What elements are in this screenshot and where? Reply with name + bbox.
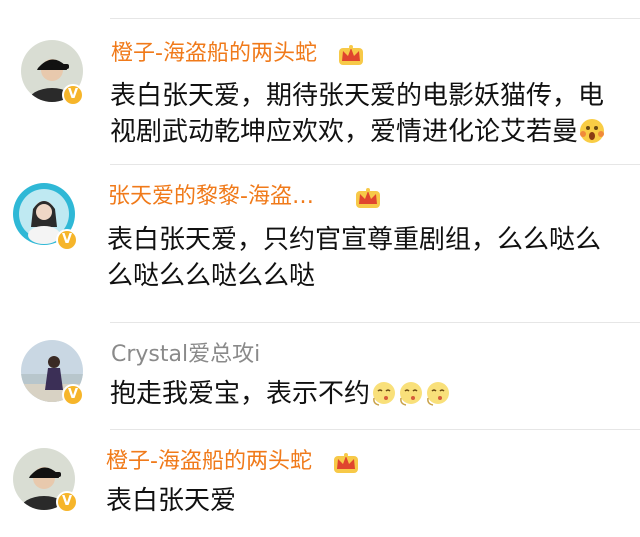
comment-item: V 橙子-海盗船的两头蛇 表白张天爱 (0, 0, 640, 537)
comment-text-line: 表白张天爱 (106, 486, 237, 516)
crown-icon (334, 453, 358, 473)
username[interactable]: 橙子-海盗船的两头蛇 (106, 448, 312, 476)
comment-list: V 橙子-海盗船的两头蛇 表白张天爱，期待张天爱的电影妖猫传，电 视剧武动乾坤应… (0, 0, 640, 537)
verified-badge-icon: V (56, 491, 78, 513)
comment-text: 表白张天爱 (106, 483, 236, 519)
